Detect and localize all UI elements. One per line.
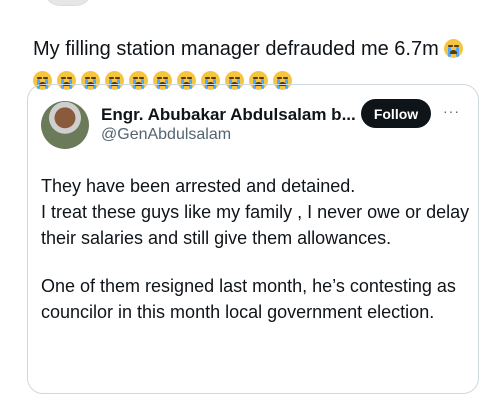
follow-button[interactable]: Follow bbox=[361, 99, 431, 128]
post-text-content: My filling station manager defrauded me … bbox=[33, 38, 439, 60]
more-options-icon[interactable]: ··· bbox=[443, 103, 460, 119]
author-name[interactable]: Engr. Abubakar Abdulsalam b... bbox=[101, 105, 356, 125]
quoted-post-card[interactable]: Engr. Abubakar Abdulsalam b... @GenAbdul… bbox=[27, 84, 479, 394]
quoted-paragraph-1: They have been arrested and detained. I … bbox=[41, 176, 470, 248]
author-avatar[interactable] bbox=[41, 101, 89, 149]
quoted-post-body: They have been arrested and detained. I … bbox=[41, 173, 471, 347]
crying-face-icon bbox=[444, 39, 464, 58]
quoted-paragraph-2: One of them resigned last month, he’s co… bbox=[41, 276, 456, 322]
author-handle[interactable]: @GenAbdulsalam bbox=[101, 126, 231, 144]
previous-avatar-edge bbox=[44, 0, 92, 6]
